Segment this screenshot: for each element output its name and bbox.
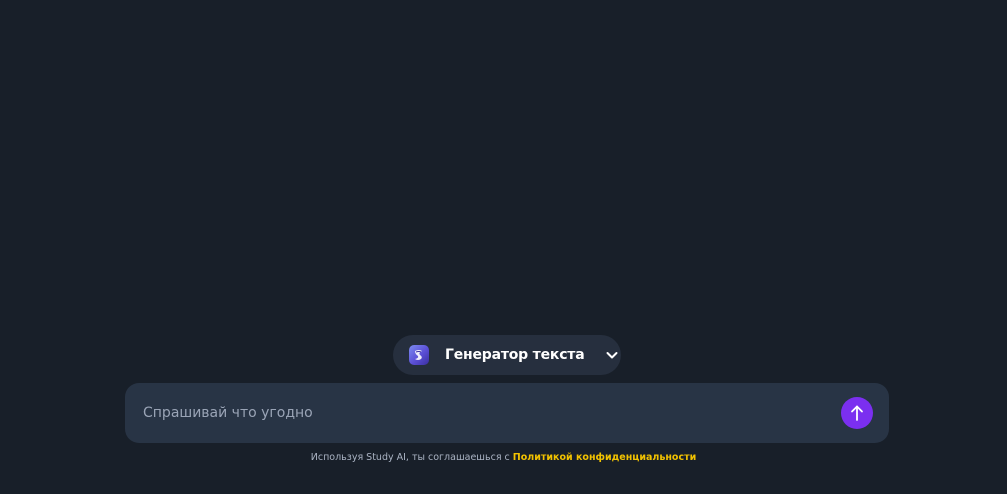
privacy-notice-text: Используя Study AI, ты соглашаешься с <box>310 452 513 463</box>
model-selector-dropdown[interactable]: Генератор текста <box>393 335 621 375</box>
chat-input[interactable] <box>143 383 833 443</box>
privacy-notice: Используя Study AI, ты соглашаешься с По… <box>0 452 1007 463</box>
arrow-up-icon <box>849 404 865 422</box>
chat-page: Генератор текста Используя Study AI, ты … <box>0 0 1007 494</box>
privacy-policy-link[interactable]: Политикой конфиденциальности <box>513 452 696 463</box>
study-ai-logo-icon <box>409 345 429 365</box>
chat-input-container <box>125 383 889 443</box>
model-selector-label: Генератор текста <box>445 347 585 363</box>
send-button[interactable] <box>841 397 873 429</box>
chevron-down-icon[interactable] <box>604 347 620 363</box>
